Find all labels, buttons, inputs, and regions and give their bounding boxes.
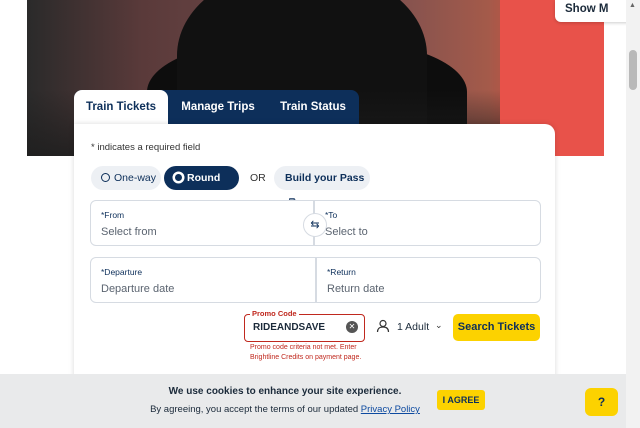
to-field[interactable]: *To Select to — [314, 200, 541, 246]
or-label: OR — [250, 172, 266, 184]
cookie-banner — [0, 374, 626, 428]
tab-train-status[interactable]: Train Status — [268, 90, 358, 124]
oneway-label: One-way — [114, 172, 157, 184]
return-placeholder: Return date — [327, 283, 385, 295]
radio-icon — [101, 172, 110, 182]
cookie-terms-text: By agreeing, you accept the terms of our… — [150, 404, 361, 415]
scrollbar-thumb[interactable] — [629, 50, 637, 90]
passenger-selector[interactable]: 1 Adult — [397, 321, 429, 333]
promo-code-label: Promo Code — [250, 309, 299, 318]
tab-train-tickets[interactable]: Train Tickets — [74, 90, 168, 124]
return-label: *Return — [327, 267, 356, 277]
departure-label: *Departure — [101, 267, 143, 277]
scroll-up-icon[interactable]: ▲ — [629, 2, 636, 9]
return-field[interactable]: *Return Return date — [316, 257, 541, 303]
radio-selected-icon — [174, 172, 183, 182]
departure-placeholder: Departure date — [101, 283, 175, 295]
chevron-down-icon[interactable]: ⌄ — [435, 320, 443, 331]
page-margin — [0, 0, 27, 428]
promo-error-message: Promo code criteria not met. Enter Brigh… — [250, 344, 362, 361]
build-pass-button[interactable]: Build your Pass⧉ — [274, 166, 370, 208]
search-tickets-button[interactable]: Search Tickets — [453, 314, 540, 341]
build-pass-label: Build your Pass — [285, 172, 365, 184]
promo-code-value: RIDEANDSAVE — [253, 322, 326, 333]
help-icon: ? — [597, 395, 606, 409]
clear-icon[interactable]: ✕ — [346, 321, 358, 333]
departure-field[interactable]: *Departure Departure date — [90, 257, 316, 303]
person-icon — [376, 319, 390, 333]
tab-manage-trips[interactable]: Manage Trips — [170, 90, 266, 124]
help-button[interactable]: ? — [585, 388, 618, 416]
swap-stations-icon[interactable]: ⇆ — [303, 213, 327, 237]
from-placeholder: Select from — [101, 226, 157, 238]
from-field[interactable]: *From Select from — [90, 200, 314, 246]
roundtrip-option[interactable]: Round trip — [164, 166, 239, 208]
privacy-policy-link[interactable]: Privacy Policy — [361, 404, 420, 415]
required-field-note: * indicates a required field — [91, 142, 201, 153]
from-label: *From — [101, 210, 125, 220]
agree-button[interactable]: I AGREE — [437, 390, 485, 410]
to-placeholder: Select to — [325, 226, 368, 238]
oneway-option[interactable]: One-way — [91, 166, 161, 190]
to-label: *To — [325, 210, 338, 220]
